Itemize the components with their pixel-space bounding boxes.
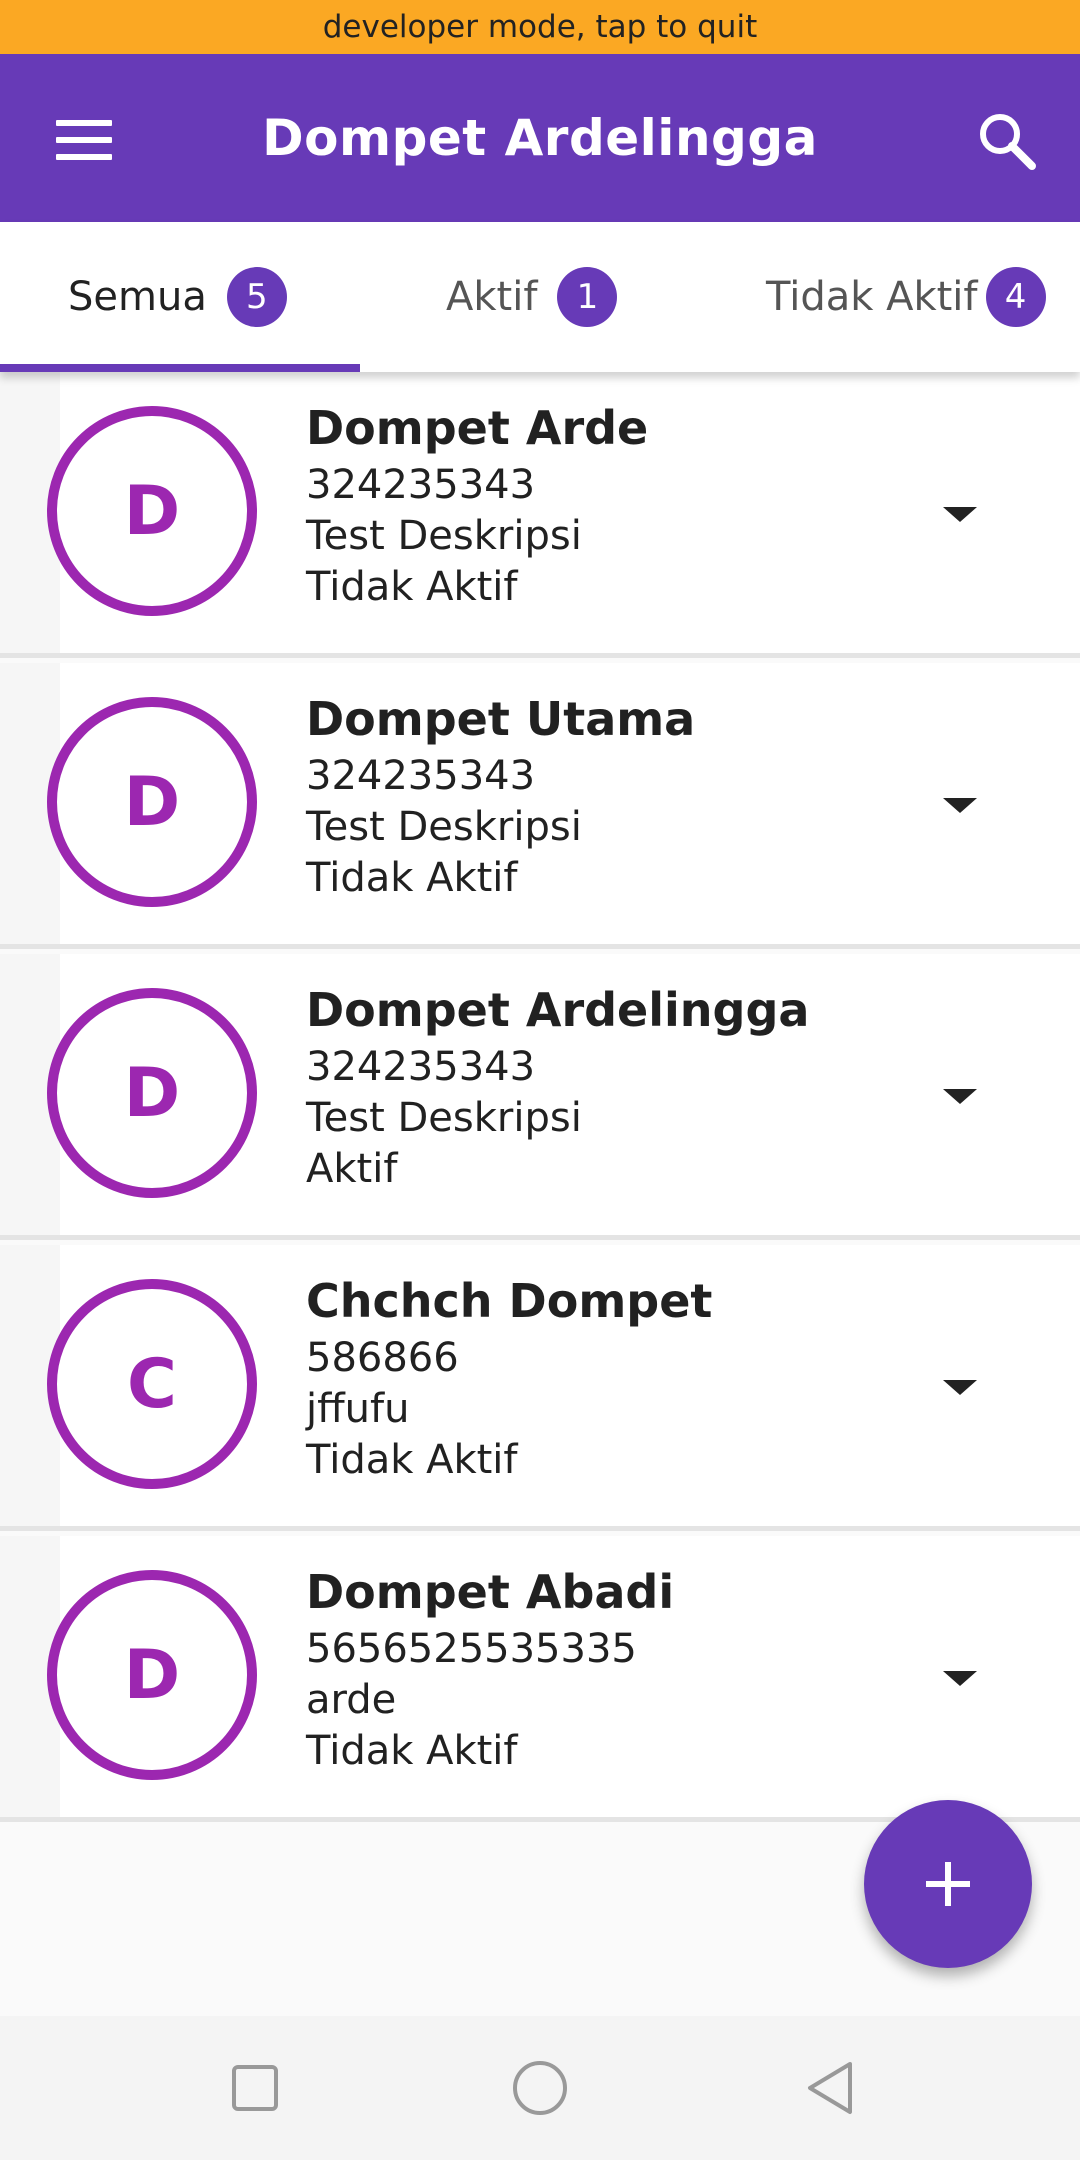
dropdown-caret-icon[interactable] xyxy=(943,1089,977,1104)
wallet-info: Dompet Abadi 5656525535335 arde Tidak Ak… xyxy=(306,1560,674,1777)
avatar: D xyxy=(47,988,257,1198)
count-badge: 4 xyxy=(985,267,1046,327)
wallet-list-item[interactable]: D Dompet Abadi 5656525535335 arde Tidak … xyxy=(0,1536,1080,1822)
avatar: D xyxy=(47,697,257,907)
wallet-description: jffufu xyxy=(306,1386,410,1432)
wallet-number: 324235343 xyxy=(306,462,536,508)
developer-mode-banner[interactable]: developer mode, tap to quit xyxy=(0,0,1080,54)
plus-icon xyxy=(926,1862,970,1906)
wallet-name: Dompet Utama xyxy=(306,692,696,746)
wallet-list-item[interactable]: C Chchch Dompet 586866 jffufu Tidak Akti… xyxy=(0,1245,1080,1531)
wallet-status: Tidak Aktif xyxy=(306,564,518,610)
wallet-description: Test Deskripsi xyxy=(306,1095,582,1141)
wallet-info: Dompet Arde 324235343 Test Deskripsi Tid… xyxy=(306,396,648,613)
avatar: D xyxy=(47,1570,257,1780)
wallet-number: 324235343 xyxy=(306,753,536,799)
dropdown-caret-icon[interactable] xyxy=(943,798,977,813)
tab-label: Aktif xyxy=(446,274,538,320)
avatar: C xyxy=(47,1279,257,1489)
wallet-list-item[interactable]: D Dompet Arde 324235343 Test Deskripsi T… xyxy=(0,372,1080,658)
wallet-name: Dompet Ardelingga xyxy=(306,983,810,1037)
wallet-info: Chchch Dompet 586866 jffufu Tidak Aktif xyxy=(306,1269,712,1486)
dropdown-caret-icon[interactable] xyxy=(943,507,977,522)
add-wallet-button[interactable] xyxy=(864,1800,1032,1968)
search-icon[interactable] xyxy=(970,104,1044,178)
wallet-status: Aktif xyxy=(306,1146,398,1192)
wallet-status: Tidak Aktif xyxy=(306,1728,518,1774)
tab-tidak-aktif[interactable]: Tidak Aktif 4 xyxy=(766,222,1046,372)
app-bar: Dompet Ardelingga xyxy=(0,54,1080,222)
system-navigation-bar xyxy=(0,2016,1080,2160)
dropdown-caret-icon[interactable] xyxy=(943,1380,977,1395)
wallet-list-item[interactable]: D Dompet Utama 324235343 Test Deskripsi … xyxy=(0,663,1080,949)
wallet-status: Tidak Aktif xyxy=(306,1437,518,1483)
tab-bar: Semua 5 Aktif 1 Tidak Aktif 4 xyxy=(0,222,1080,372)
square-recents-icon[interactable] xyxy=(225,2058,285,2118)
wallet-list-item[interactable]: D Dompet Ardelingga 324235343 Test Deskr… xyxy=(0,954,1080,1240)
active-tab-indicator xyxy=(0,364,360,372)
wallet-status: Tidak Aktif xyxy=(306,855,518,901)
wallet-description: Test Deskripsi xyxy=(306,513,582,559)
tab-label: Tidak Aktif xyxy=(766,274,978,320)
count-badge: 5 xyxy=(226,267,287,327)
tab-label: Semua xyxy=(68,274,207,320)
count-badge: 1 xyxy=(557,267,618,327)
tab-semua[interactable]: Semua 5 xyxy=(68,222,287,372)
avatar: D xyxy=(47,406,257,616)
wallet-info: Dompet Ardelingga 324235343 Test Deskrip… xyxy=(306,978,809,1195)
circle-home-icon[interactable] xyxy=(510,2058,570,2118)
wallet-number: 586866 xyxy=(306,1335,459,1381)
wallet-name: Chchch Dompet xyxy=(306,1274,713,1328)
wallet-number: 324235343 xyxy=(306,1044,536,1090)
wallet-info: Dompet Utama 324235343 Test Deskripsi Ti… xyxy=(306,687,695,904)
wallet-description: arde xyxy=(306,1677,397,1723)
wallet-number: 5656525535335 xyxy=(306,1626,637,1672)
wallet-description: Test Deskripsi xyxy=(306,804,582,850)
hamburger-menu-icon[interactable] xyxy=(40,108,126,172)
triangle-back-icon[interactable] xyxy=(800,2058,860,2118)
wallet-name: Dompet Abadi xyxy=(306,1565,675,1619)
app-title: Dompet Ardelingga xyxy=(262,109,818,167)
tab-aktif[interactable]: Aktif 1 xyxy=(446,222,618,372)
dropdown-caret-icon[interactable] xyxy=(943,1671,977,1686)
wallet-name: Dompet Arde xyxy=(306,401,649,455)
